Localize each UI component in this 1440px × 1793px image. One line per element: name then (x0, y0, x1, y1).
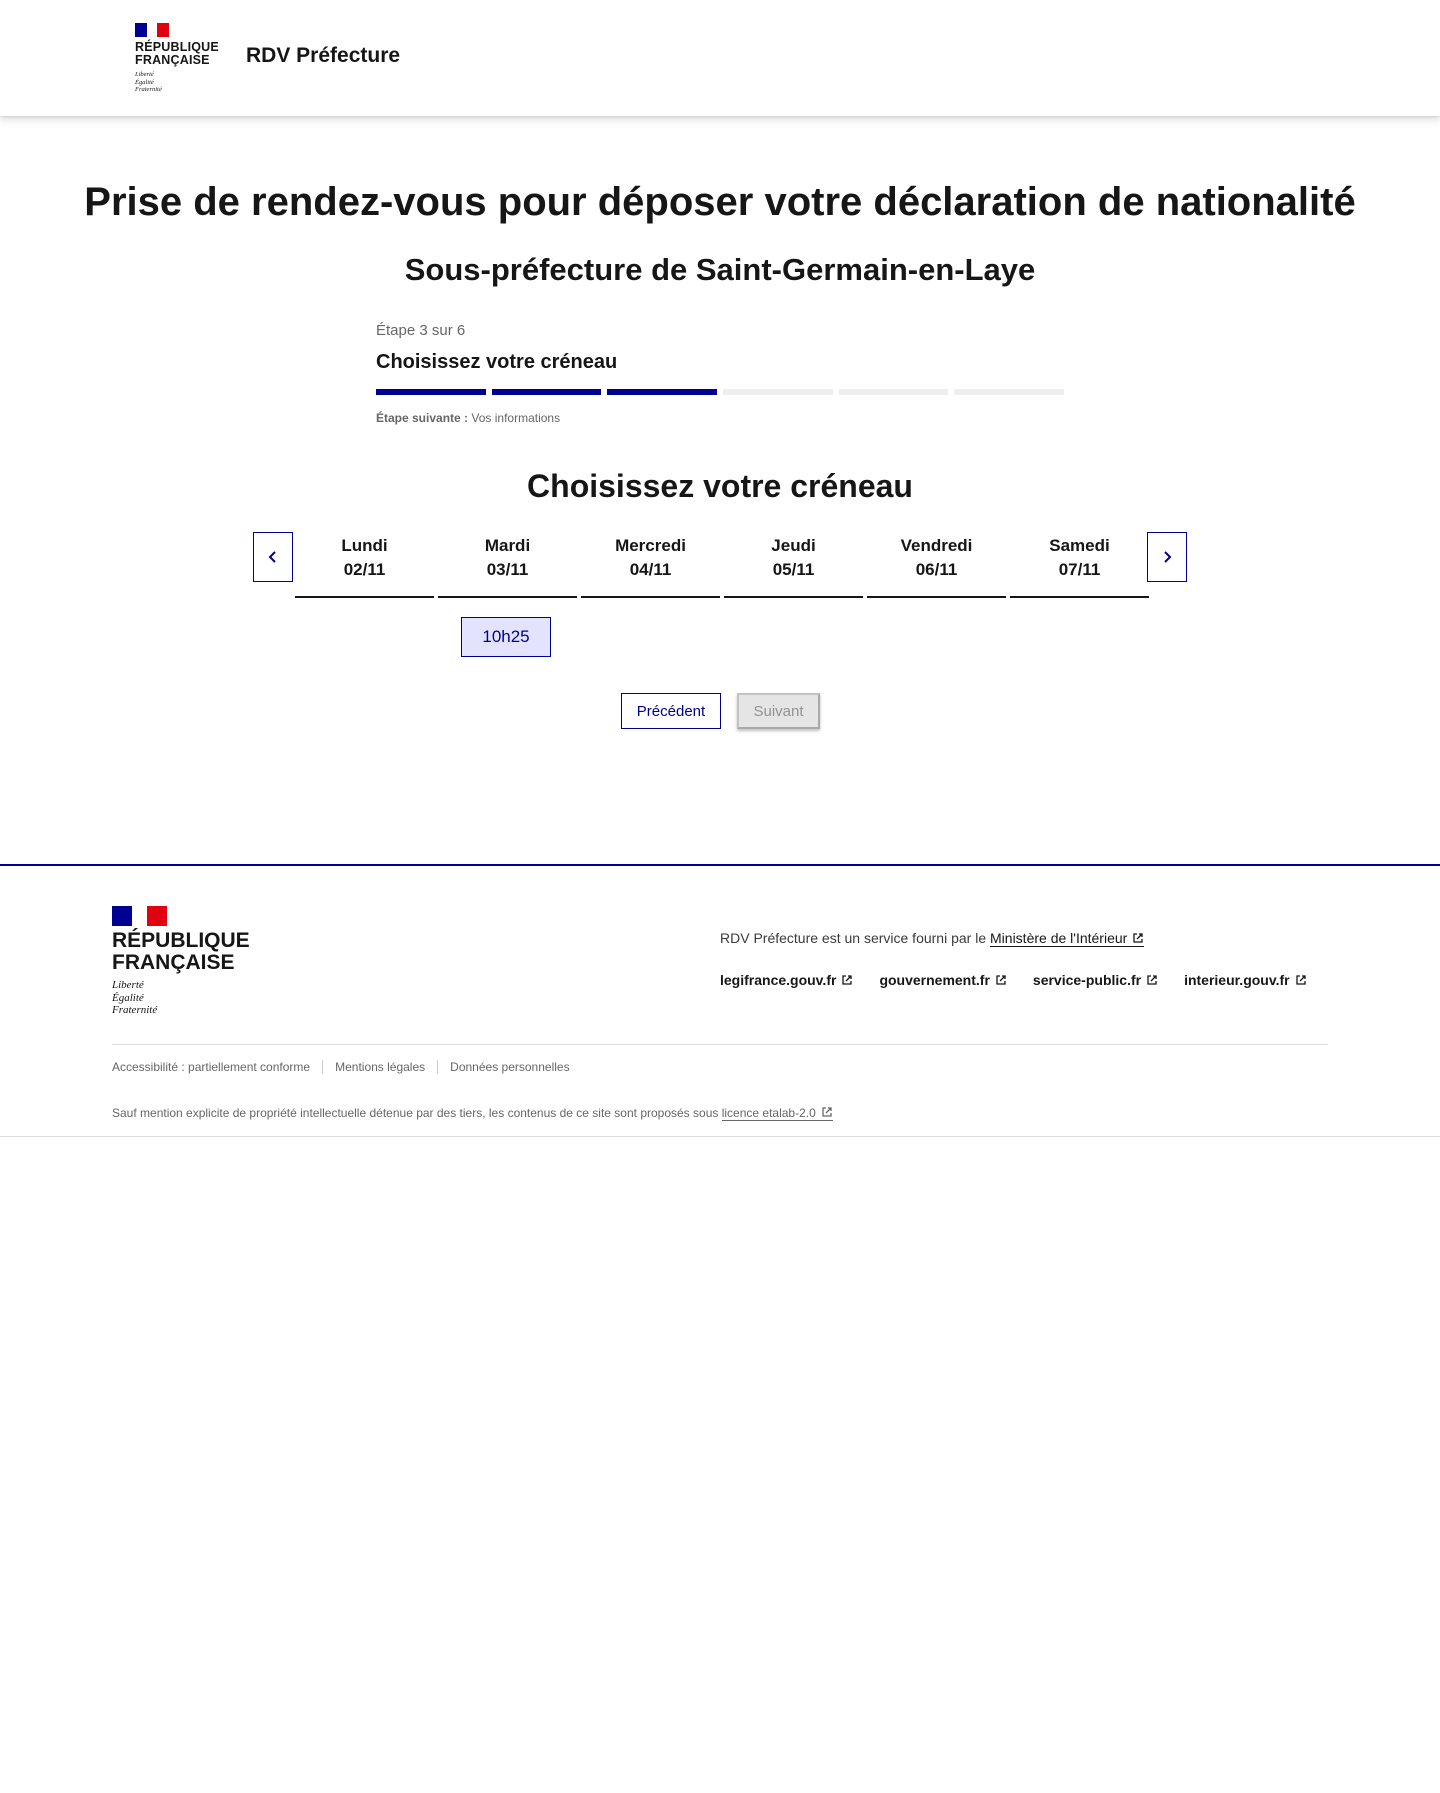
stepper-progress (376, 389, 1065, 395)
stepper-bar (376, 389, 486, 395)
next-week-button[interactable] (1147, 532, 1187, 582)
license-link[interactable]: licence etalab-2.0 (721, 1106, 833, 1121)
footer-logo[interactable]: RÉPUBLIQUE FRANÇAISE Liberté Égalité Fra… (112, 906, 250, 1017)
footer-description: RDV Préfecture est un service fourni par… (720, 930, 1145, 947)
previous-button[interactable]: Précédent (621, 693, 721, 729)
footer-link-service-public[interactable]: service-public.fr (1033, 972, 1158, 988)
service-name[interactable]: RDV Préfecture (246, 44, 400, 68)
day-underline (295, 596, 434, 598)
footer-bottom-link[interactable]: Accessibilité : partiellement conforme (112, 1060, 322, 1074)
stepper-bar (491, 389, 602, 395)
day-label: Mardi 03/11 (484, 536, 531, 579)
page-subtitle: Sous-préfecture de Saint-Germain-en-Laye (404, 252, 1036, 287)
site-footer: RÉPUBLIQUE FRANÇAISE Liberté Égalité Fra… (0, 864, 1440, 1137)
day-column: Mardi 03/11 (436, 532, 579, 598)
day-label: Jeudi 05/11 (771, 536, 816, 579)
footer-logo-text: RÉPUBLIQUE FRANÇAISE (112, 929, 250, 974)
header-logo[interactable]: RÉPUBLIQUE FRANÇAISE Liberté Égalité Fra… (135, 23, 219, 94)
day-label: Mercredi 04/11 (615, 536, 686, 579)
stepper-bar (954, 389, 1065, 395)
footer-motto: Liberté Égalité Fraternité (112, 979, 158, 1016)
footer-bottom-link[interactable]: Données personnelles (437, 1060, 581, 1074)
page-title: Prise de rendez-vous pour déposer votre … (84, 180, 1356, 224)
footer-link-gouvernement[interactable]: gouvernement.fr (879, 972, 1006, 988)
marianne-flag-icon (135, 23, 169, 37)
day-label: Vendredi 06/11 (900, 536, 973, 579)
external-link-icon (1295, 975, 1306, 985)
day-column: Mercredi 04/11 (579, 532, 722, 598)
previous-week-button[interactable] (253, 532, 293, 582)
header-motto: Liberté Égalité Fraternité (135, 71, 162, 93)
time-slot-button[interactable]: 10h25 (461, 617, 551, 657)
external-link-icon (842, 975, 853, 985)
stepper: Étape 3 sur 6 Choisissez votre créneau É… (376, 322, 1065, 425)
footer-license: Sauf mention explicite de propriété inte… (112, 1106, 833, 1121)
ministry-link[interactable]: Ministère de l'Intérieur (990, 930, 1145, 947)
footer-link-interieur[interactable]: interieur.gouv.fr (1184, 972, 1307, 988)
external-link-icon (1133, 933, 1143, 943)
slot-section-title: Choisissez votre créneau (527, 468, 913, 504)
footer-bottom-links: Accessibilité : partiellement conforme Me… (112, 1060, 582, 1074)
stepper-bar (723, 389, 833, 395)
footer-bottom-link[interactable]: Mentions légales (322, 1060, 437, 1074)
stepper-bar (838, 389, 949, 395)
chevron-right-icon (1164, 551, 1172, 563)
day-column: Lundi 02/11 (293, 532, 436, 598)
day-underline (581, 596, 720, 598)
stepper-bar (607, 389, 718, 395)
day-column: Samedi 07/11 (1008, 532, 1151, 598)
external-link-icon (996, 975, 1006, 985)
footer-link-legifrance[interactable]: legifrance.gouv.fr (720, 972, 853, 988)
day-underline (438, 596, 577, 598)
stepper-next-step: Étape suivante : Vos informations (376, 411, 561, 425)
marianne-flag-icon (112, 906, 167, 926)
stepper-state: Étape 3 sur 6 (376, 322, 466, 339)
day-columns: Lundi 02/11 Mardi 03/11 Mercredi 04/11 Jeudi 05… (293, 532, 1151, 598)
stepper-title: Choisissez votre créneau (376, 351, 618, 373)
day-underline (1010, 596, 1149, 598)
external-link-icon (822, 1107, 832, 1117)
day-underline (724, 596, 863, 598)
header-logo-text: RÉPUBLIQUE FRANÇAISE (135, 40, 219, 67)
chevron-left-icon (268, 551, 276, 563)
footer-partner-links: legifrance.gouv.fr gouvernement.fr service… (720, 972, 1307, 988)
day-label: Samedi 07/11 (1049, 536, 1110, 579)
external-link-icon (1147, 975, 1157, 985)
day-label: Lundi 02/11 (341, 536, 388, 579)
day-underline (867, 596, 1006, 598)
next-button[interactable]: Suivant (737, 693, 820, 729)
day-column: Vendredi 06/11 (865, 532, 1008, 598)
footer-divider (112, 1044, 1328, 1045)
site-header: RÉPUBLIQUE FRANÇAISE Liberté Égalité Fra… (0, 0, 1440, 116)
day-column: Jeudi 05/11 (722, 532, 865, 598)
